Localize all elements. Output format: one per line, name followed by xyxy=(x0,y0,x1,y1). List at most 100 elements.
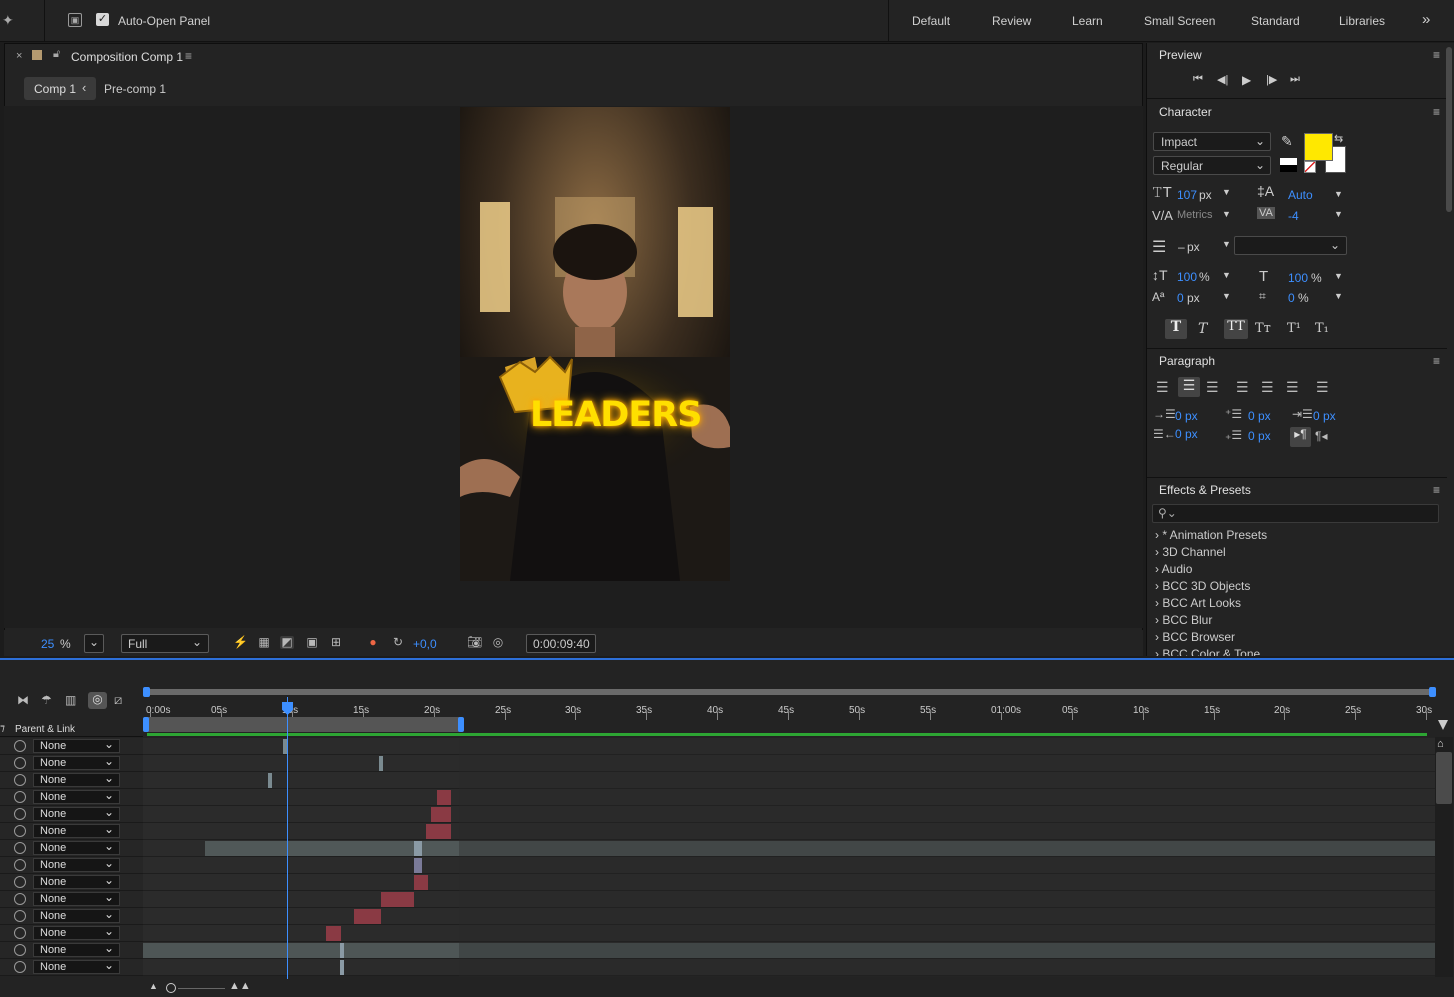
space-before-value[interactable]: 0 xyxy=(1248,409,1255,423)
last-frame-icon[interactable]: ⏭ xyxy=(1290,73,1300,86)
layer-bar[interactable] xyxy=(431,807,451,822)
layer-bar[interactable] xyxy=(205,841,1435,856)
auto-open-checkbox[interactable]: ✓ xyxy=(96,13,109,26)
font-size-value[interactable]: 107 xyxy=(1177,188,1197,202)
justify-right-icon[interactable]: ☰ xyxy=(1286,379,1299,396)
parent-select[interactable]: None ⌄ xyxy=(33,806,120,821)
color-channels-icon[interactable]: ● xyxy=(366,636,380,649)
parent-select[interactable]: None ⌄ xyxy=(33,908,120,923)
next-frame-icon[interactable]: |▶ xyxy=(1266,73,1277,86)
exposure-value[interactable]: +0,0 xyxy=(413,637,437,651)
first-line-indent-value[interactable]: 0 xyxy=(1313,409,1320,423)
chevron-down-icon[interactable]: ▼ xyxy=(1334,189,1343,199)
timeline-vertical-scroll-thumb[interactable] xyxy=(1436,752,1452,804)
ltr-direction-icon[interactable]: ▸¶ xyxy=(1290,427,1311,447)
parent-select[interactable]: None ⌄ xyxy=(33,755,120,770)
parent-select[interactable]: None ⌄ xyxy=(33,925,120,940)
layer-track[interactable] xyxy=(143,806,1435,823)
vertical-scale-value[interactable]: 100 xyxy=(1177,270,1197,284)
motion-blur-icon[interactable]: ◎ xyxy=(88,692,107,709)
grid-guides-icon[interactable]: ⊞ xyxy=(329,636,343,649)
layer-bar[interactable] xyxy=(437,790,451,805)
parent-select[interactable]: None ⌄ xyxy=(33,874,120,889)
parent-select[interactable]: None ⌄ xyxy=(33,891,120,906)
layer-track[interactable] xyxy=(143,823,1435,840)
effects-item[interactable]: › BCC 3D Objects xyxy=(1155,579,1250,593)
current-time-display[interactable]: 0:00:09:40 xyxy=(526,634,596,653)
layer-bar[interactable] xyxy=(414,841,422,856)
breadcrumb-comp1[interactable]: Comp 1 ‹ xyxy=(24,77,96,100)
lock-icon[interactable]: 🔓︎ xyxy=(53,48,60,61)
effects-item[interactable]: › 3D Channel xyxy=(1155,545,1226,559)
layer-bar[interactable] xyxy=(381,892,414,907)
superscript-button[interactable]: T¹ xyxy=(1287,321,1301,336)
subscript-button[interactable]: T₁ xyxy=(1315,321,1329,336)
layer-track[interactable] xyxy=(143,874,1435,891)
layer-bar[interactable] xyxy=(326,926,341,941)
chevron-down-icon[interactable]: ▼ xyxy=(1334,271,1343,281)
layer-track[interactable] xyxy=(143,908,1435,925)
region-of-interest-icon[interactable]: ▣ xyxy=(305,636,319,649)
layer-track[interactable] xyxy=(143,738,1435,755)
effects-item[interactable]: › Audio xyxy=(1155,562,1192,576)
graph-editor-icon[interactable]: ⧄ xyxy=(114,692,122,708)
effects-item[interactable]: › * Animation Presets xyxy=(1155,528,1267,542)
align-right-icon[interactable]: ☰ xyxy=(1206,379,1219,396)
paragraph-menu-icon[interactable]: ≡ xyxy=(1433,354,1440,368)
indent-right-value[interactable]: 0 xyxy=(1175,427,1182,441)
justify-center-icon[interactable]: ☰ xyxy=(1261,379,1274,396)
shy-layers-icon[interactable]: ☂ xyxy=(41,693,52,707)
zoom-value[interactable]: 25 xyxy=(41,637,54,651)
zoom-in-icon[interactable]: ▲▲ xyxy=(229,980,251,992)
time-navigator-bar[interactable] xyxy=(147,689,1432,695)
small-caps-button[interactable]: Tᴛ xyxy=(1255,321,1271,336)
playhead-line[interactable] xyxy=(287,697,288,979)
zoom-dropdown-button[interactable]: ⌄ xyxy=(84,634,104,653)
navigator-start-handle[interactable] xyxy=(143,687,150,697)
no-fill-icon[interactable] xyxy=(1304,161,1316,173)
parent-select[interactable]: None ⌄ xyxy=(33,823,120,838)
navigator-end-handle[interactable] xyxy=(1429,687,1436,697)
layer-bar[interactable] xyxy=(268,773,272,788)
reset-exposure-icon[interactable]: ↻ xyxy=(391,636,405,649)
show-snapshot-icon[interactable]: ◎ xyxy=(491,636,505,649)
pick-whip-icon[interactable] xyxy=(14,757,26,769)
column-menu-icon[interactable]: ⁊ xyxy=(0,723,5,734)
baseline-shift-value[interactable]: 0 xyxy=(1177,291,1184,305)
parent-select[interactable]: None ⌄ xyxy=(33,738,120,753)
parent-select[interactable]: None ⌄ xyxy=(33,942,120,957)
fill-color-swatch[interactable] xyxy=(1304,133,1333,161)
zoom-out-icon[interactable]: ▲ xyxy=(149,981,158,991)
play-icon[interactable]: ▶ xyxy=(1242,73,1251,87)
pin-icon[interactable]: ✦ xyxy=(2,12,14,29)
snapshot-camera-icon[interactable]: 📷︎ xyxy=(467,636,482,649)
work-area-start-handle[interactable] xyxy=(143,717,149,732)
layer-track[interactable] xyxy=(143,772,1435,789)
layer-track[interactable] xyxy=(143,857,1435,874)
font-style-dropdown[interactable]: Regular ⌄ xyxy=(1153,156,1271,175)
preview-menu-icon[interactable]: ≡ xyxy=(1433,48,1440,62)
right-panel-scrollbar[interactable] xyxy=(1446,47,1452,212)
pick-whip-icon[interactable] xyxy=(14,791,26,803)
font-family-dropdown[interactable]: Impact ⌄ xyxy=(1153,132,1271,151)
work-area-end-handle[interactable] xyxy=(458,717,464,732)
parent-select[interactable]: None ⌄ xyxy=(33,840,120,855)
tracking-value[interactable]: -4 xyxy=(1288,209,1299,223)
workspace-small-screen[interactable]: Small Screen xyxy=(1144,14,1215,28)
timeline-zoom-slider[interactable] xyxy=(178,988,225,989)
fast-preview-icon[interactable]: ⚡ xyxy=(233,636,248,649)
layer-bar[interactable] xyxy=(414,858,422,873)
work-area-bar[interactable] xyxy=(147,717,461,732)
layer-track[interactable] xyxy=(143,891,1435,908)
pick-whip-icon[interactable] xyxy=(14,961,26,973)
pick-whip-icon[interactable] xyxy=(14,893,26,905)
faux-bold-button[interactable]: T xyxy=(1165,319,1187,339)
effects-item[interactable]: › BCC Color & Tone xyxy=(1155,647,1260,656)
space-after-value[interactable]: 0 xyxy=(1248,429,1255,443)
chevron-down-icon[interactable]: ▼ xyxy=(1334,291,1343,301)
previous-frame-icon[interactable]: ◀| xyxy=(1217,73,1228,86)
layer-bar[interactable] xyxy=(414,875,428,890)
pick-whip-icon[interactable] xyxy=(14,825,26,837)
frame-blending-icon[interactable]: ▥ xyxy=(65,693,76,707)
stroke-width-value[interactable]: – xyxy=(1178,240,1185,254)
